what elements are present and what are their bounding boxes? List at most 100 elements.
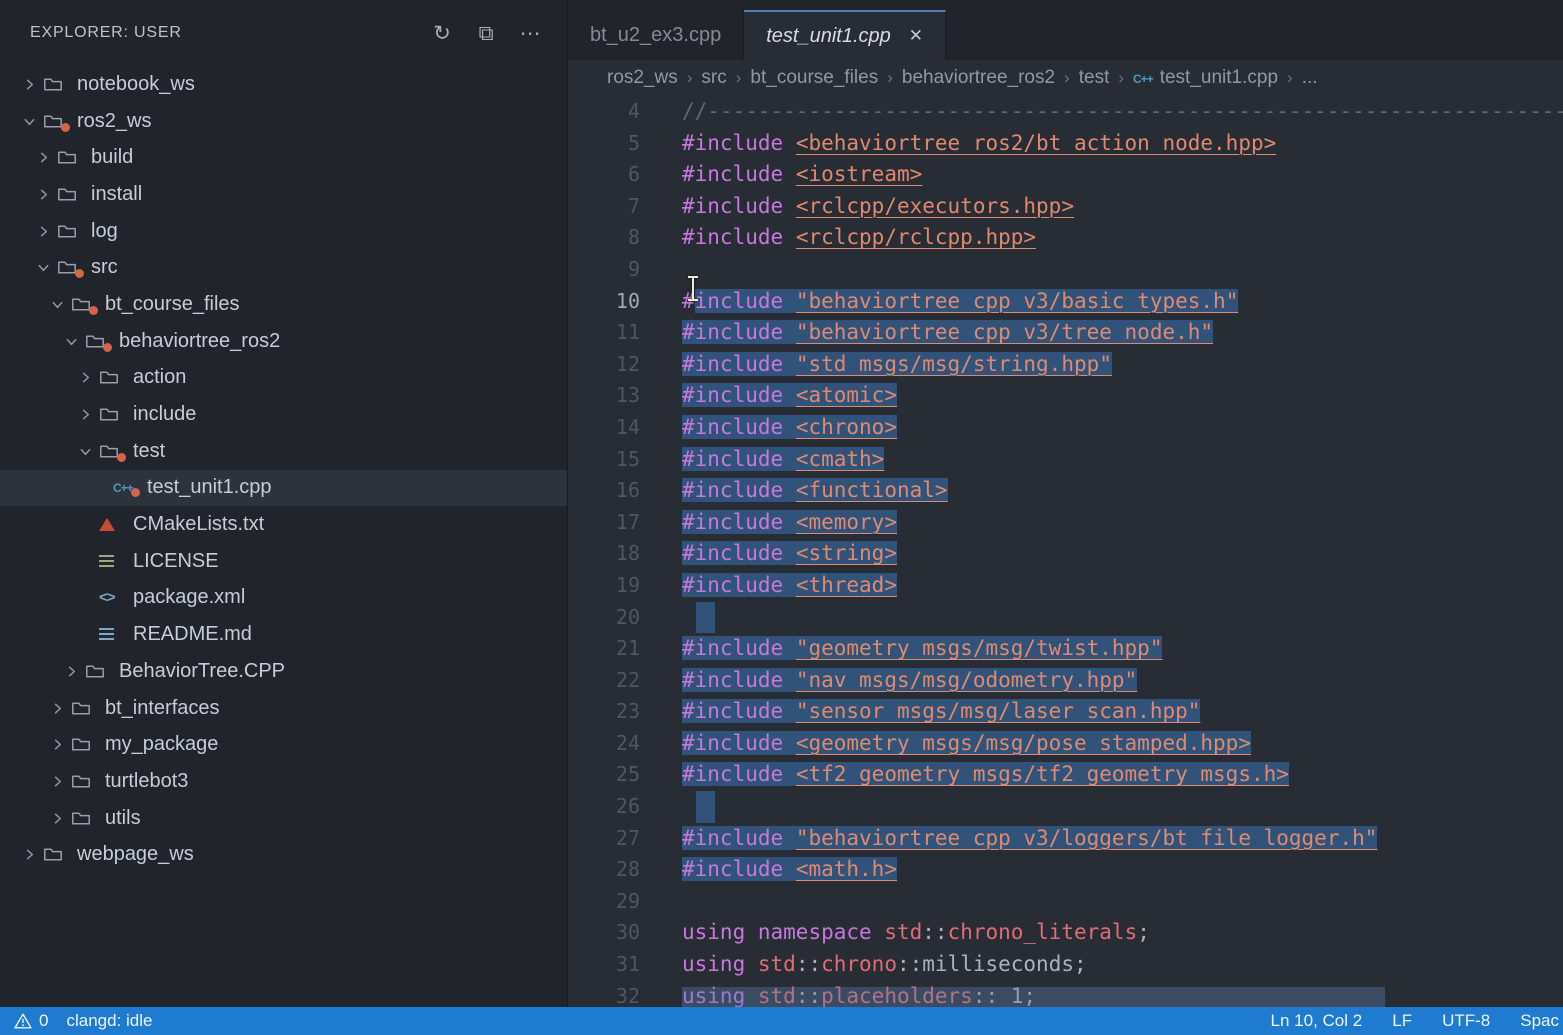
breadcrumb-label: ... — [1302, 67, 1318, 89]
explorer-header: EXPLORER: USER ↻ ⧉ ⋯ — [0, 0, 567, 66]
refresh-icon[interactable]: ↻ — [430, 23, 455, 44]
tree-item-log[interactable]: log — [0, 213, 567, 250]
chevron-right-icon[interactable] — [44, 737, 71, 752]
tree-item-action[interactable]: action — [0, 360, 567, 397]
tab-test-unit1-cpp[interactable]: test_unit1.cpp ✕ — [744, 10, 946, 60]
tree-item-behaviortree-ros2[interactable]: behaviortree_ros2 — [0, 323, 567, 360]
code-line-18[interactable]: 18#include <string> — [568, 538, 1563, 570]
chevron-right-icon[interactable] — [16, 77, 43, 92]
breadcrumb-item-bt-course-files[interactable]: bt_course_files — [750, 67, 878, 89]
tree-item-install[interactable]: install — [0, 176, 567, 213]
chevron-right-icon[interactable] — [16, 847, 43, 862]
code-line-8[interactable]: 8#include <rclcpp/rclcpp.hpp> — [568, 222, 1563, 254]
tree-item-license[interactable]: LICENSE — [0, 543, 567, 580]
tree-item-cmakelists-txt[interactable]: CMakeLists.txt — [0, 506, 567, 543]
code-line-31[interactable]: 31using std::chrono::milliseconds; — [568, 949, 1563, 981]
tree-item-ros2-ws[interactable]: ros2_ws — [0, 103, 567, 140]
breadcrumb-item-ros2-ws[interactable]: ros2_ws — [607, 67, 678, 89]
close-icon[interactable]: ✕ — [909, 26, 923, 46]
code-line-6[interactable]: 6#include <iostream> — [568, 159, 1563, 191]
open-editors-icon[interactable]: ⧉ — [474, 23, 499, 44]
line-text — [640, 254, 682, 286]
eol-indicator[interactable]: LF — [1392, 1011, 1412, 1031]
code-line-5[interactable]: 5#include <behaviortree_ros2/bt_action_n… — [568, 128, 1563, 160]
tree-item-test-unit1-cpp[interactable]: C++test_unit1.cpp — [0, 470, 567, 507]
tree-item-notebook-ws[interactable]: notebook_ws — [0, 66, 567, 103]
line-text: #include <tf2_geometry_msgs/tf2_geometry… — [640, 759, 1289, 791]
tree-item-behaviortree-cpp[interactable]: BehaviorTree.CPP — [0, 653, 567, 690]
tree-item-utils[interactable]: utils — [0, 800, 567, 837]
tree-item-src[interactable]: src — [0, 249, 567, 286]
encoding-indicator[interactable]: UTF-8 — [1442, 1011, 1490, 1031]
line-number: 27 — [568, 823, 640, 855]
tree-item-turtlebot3[interactable]: turtlebot3 — [0, 763, 567, 800]
chevron-right-icon[interactable] — [58, 664, 85, 679]
tree-item-webpage-ws[interactable]: webpage_ws — [0, 836, 567, 873]
code-line-16[interactable]: 16#include <functional> — [568, 475, 1563, 507]
chevron-right-icon[interactable] — [30, 224, 57, 239]
code-line-24[interactable]: 24#include <geometry_msgs/msg/pose_stamp… — [568, 728, 1563, 760]
code-line-22[interactable]: 22#include "nav_msgs/msg/odometry.hpp" — [568, 665, 1563, 697]
code-line-20[interactable]: 20 — [568, 602, 1563, 634]
code-line-26[interactable]: 26 — [568, 791, 1563, 823]
code-line-28[interactable]: 28#include <math.h> — [568, 854, 1563, 886]
indentation-indicator[interactable]: Spac — [1520, 1011, 1559, 1031]
explorer-title: EXPLORER: USER — [30, 24, 182, 42]
problems-indicator[interactable]: 0 — [14, 1011, 48, 1031]
chevron-down-icon[interactable] — [16, 114, 43, 129]
more-actions-icon[interactable]: ⋯ — [518, 23, 543, 44]
breadcrumb-item--[interactable]: ... — [1302, 67, 1318, 89]
code-line-19[interactable]: 19#include <thread> — [568, 570, 1563, 602]
code-line-29[interactable]: 29 — [568, 886, 1563, 918]
chevron-down-icon[interactable] — [44, 297, 71, 312]
chevron-right-icon[interactable] — [30, 150, 57, 165]
code-line-10[interactable]: 10#include "behaviortree_cpp_v3/basic_ty… — [568, 286, 1563, 318]
line-number: 32 — [568, 981, 640, 1007]
chevron-down-icon[interactable] — [30, 260, 57, 275]
tree-item-bt-interfaces[interactable]: bt_interfaces — [0, 690, 567, 727]
chevron-right-icon[interactable] — [44, 811, 71, 826]
tree-item-build[interactable]: build — [0, 139, 567, 176]
code-line-15[interactable]: 15#include <cmath> — [568, 444, 1563, 476]
code-line-11[interactable]: 11#include "behaviortree_cpp_v3/tree_nod… — [568, 317, 1563, 349]
license-icon — [99, 555, 131, 568]
language-server-status[interactable]: clangd: idle — [66, 1011, 152, 1031]
chevron-right-icon[interactable] — [30, 187, 57, 202]
chevron-right-icon[interactable] — [44, 701, 71, 716]
code-line-30[interactable]: 30using namespace std::chrono_literals; — [568, 917, 1563, 949]
horizontal-scrollbar[interactable] — [682, 987, 1385, 1007]
code-line-17[interactable]: 17#include <memory> — [568, 507, 1563, 539]
breadcrumb: ros2_ws›src›bt_course_files›behaviortree… — [568, 60, 1563, 96]
tree-item-readme-md[interactable]: README.md — [0, 616, 567, 653]
line-number: 31 — [568, 949, 640, 981]
cursor-position[interactable]: Ln 10, Col 2 — [1271, 1011, 1363, 1031]
code-line-25[interactable]: 25#include <tf2_geometry_msgs/tf2_geomet… — [568, 759, 1563, 791]
code-line-4[interactable]: 4//-------------------------------------… — [568, 96, 1563, 128]
tree-item-test[interactable]: test — [0, 433, 567, 470]
tree-item-my-package[interactable]: my_package — [0, 726, 567, 763]
tree-item-include[interactable]: include — [0, 396, 567, 433]
breadcrumb-item-test-unit1-cpp[interactable]: C++test_unit1.cpp — [1133, 67, 1278, 89]
breadcrumb-item-src[interactable]: src — [701, 67, 726, 89]
chevron-down-icon[interactable] — [58, 334, 85, 349]
git-modified-dot — [75, 269, 84, 278]
code-line-21[interactable]: 21#include "geometry_msgs/msg/twist.hpp" — [568, 633, 1563, 665]
code-line-23[interactable]: 23#include "sensor_msgs/msg/laser_scan.h… — [568, 696, 1563, 728]
breadcrumb-item-behaviortree-ros2[interactable]: behaviortree_ros2 — [902, 67, 1055, 89]
tab-bt-u2-ex3-cpp[interactable]: bt_u2_ex3.cpp — [568, 10, 744, 60]
code-line-12[interactable]: 12#include "std_msgs/msg/string.hpp" — [568, 349, 1563, 381]
chevron-right-icon[interactable] — [72, 370, 99, 385]
chevron-down-icon[interactable] — [72, 444, 99, 459]
breadcrumb-item-test[interactable]: test — [1079, 67, 1110, 89]
code-line-13[interactable]: 13#include <atomic> — [568, 380, 1563, 412]
tree-item-package-xml[interactable]: <>package.xml — [0, 580, 567, 617]
chevron-right-icon[interactable] — [44, 774, 71, 789]
code-line-7[interactable]: 7#include <rclcpp/executors.hpp> — [568, 191, 1563, 223]
code-line-9[interactable]: 9 — [568, 254, 1563, 286]
code-line-27[interactable]: 27#include "behaviortree_cpp_v3/loggers/… — [568, 823, 1563, 855]
chevron-right-icon[interactable] — [72, 407, 99, 422]
tree-item-bt-course-files[interactable]: bt_course_files — [0, 286, 567, 323]
code-line-14[interactable]: 14#include <chrono> — [568, 412, 1563, 444]
code-area[interactable]: 4//-------------------------------------… — [568, 96, 1563, 1007]
line-text: #include <behaviortree_ros2/bt_action_no… — [640, 128, 1276, 160]
